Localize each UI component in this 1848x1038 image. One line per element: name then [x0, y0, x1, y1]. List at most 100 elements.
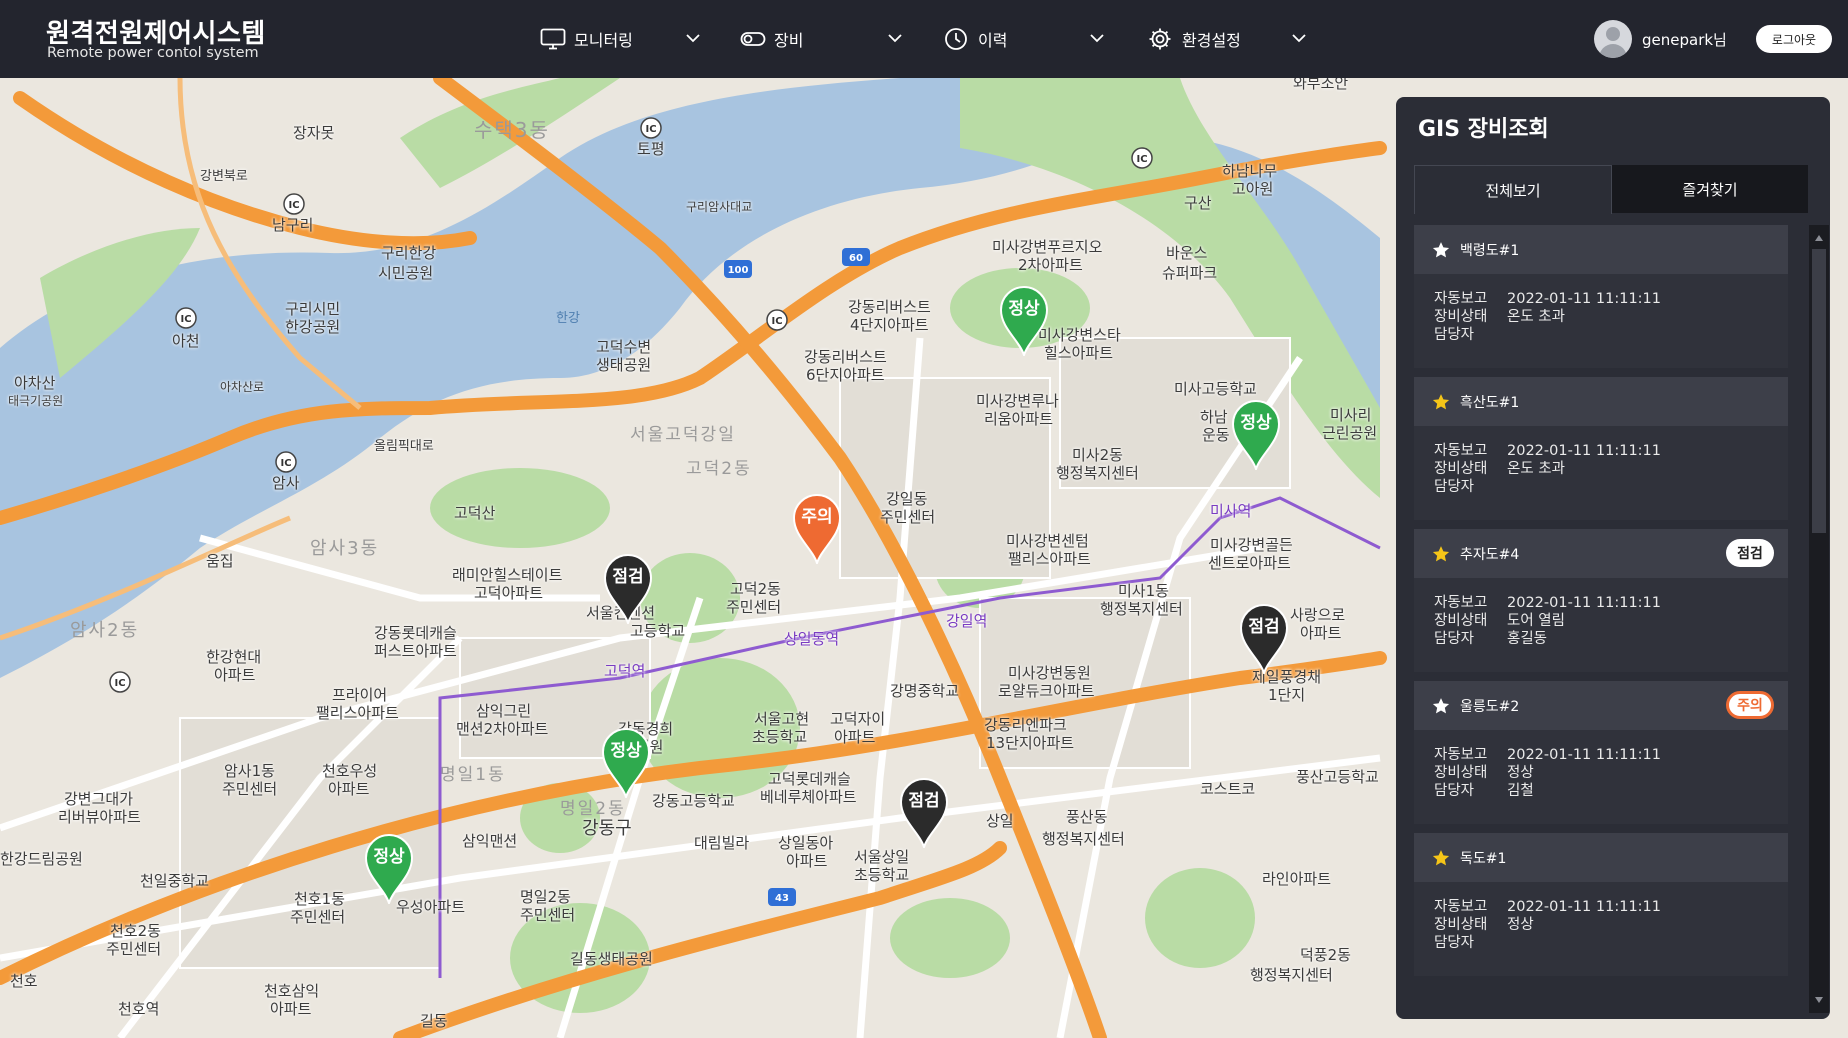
- tab-favorites[interactable]: 즐겨찾기: [1612, 165, 1808, 213]
- svg-text:IC: IC: [280, 458, 291, 469]
- map-label: 고덕2동: [730, 580, 781, 598]
- status-marker-normal[interactable]: 정상: [1231, 398, 1281, 470]
- map-label: 구산: [1184, 194, 1212, 212]
- clock-icon: [945, 28, 967, 50]
- scroll-up-arrow-icon[interactable]: [1815, 235, 1823, 241]
- map-label: 사랑으로: [1290, 606, 1346, 624]
- report-time: 2022-01-11 11:11:11: [1507, 291, 1661, 307]
- map-label: 고덕아파트: [474, 584, 544, 602]
- chevron-down-icon[interactable]: [1088, 29, 1106, 47]
- equipment-name: 추자도#4: [1460, 546, 1520, 563]
- map-label: 강변북로: [200, 169, 248, 184]
- star-icon[interactable]: [1432, 545, 1450, 563]
- field-label: 담당자: [1434, 631, 1475, 647]
- equipment-details: 자동보고 2022-01-11 11:11:11 장비상태 도어 열림 담당자 홍길동: [1434, 594, 1661, 648]
- map-label: 풍산고등학교: [1296, 768, 1379, 786]
- equipment-status: 온도 초과: [1507, 309, 1565, 325]
- svg-text:IC: IC: [1136, 154, 1147, 165]
- nav-settings-label: 환경설정: [1182, 31, 1241, 50]
- map-label: 고등학교: [630, 622, 686, 640]
- map-label: 암사: [272, 474, 300, 492]
- equipment-card[interactable]: 울릉도#2 주의 자동보고 2022-01-11 11:11:11 장비상태 정상 …: [1414, 681, 1788, 824]
- nav-history[interactable]: 이력: [944, 22, 1007, 56]
- logout-button[interactable]: 로그아웃: [1756, 25, 1832, 53]
- map-label: 길동: [420, 1012, 448, 1030]
- svg-text:IC: IC: [771, 316, 782, 327]
- tab-view-all[interactable]: 전체보기: [1414, 165, 1612, 214]
- status-marker-inspect[interactable]: 점검: [603, 552, 653, 624]
- avatar: [1594, 20, 1632, 58]
- map-label: 13단지아파트: [986, 734, 1075, 752]
- map-label: 시민공원: [378, 264, 434, 282]
- scroll-thumb[interactable]: [1812, 249, 1826, 533]
- status-marker-normal[interactable]: 정상: [601, 726, 651, 798]
- field-label: 자동보고: [1434, 443, 1488, 459]
- equipment-details: 자동보고 2022-01-11 11:11:11 장비상태 온도 초과 담당자: [1434, 442, 1661, 496]
- chevron-down-icon[interactable]: [1290, 29, 1308, 47]
- map-label: 2차아파트: [1018, 256, 1083, 274]
- map-label: 팰리스아파트: [1008, 550, 1091, 568]
- nav-equipment[interactable]: 장비: [740, 22, 803, 56]
- status-marker-inspect[interactable]: 점검: [1239, 602, 1289, 674]
- field-label: 담당자: [1434, 479, 1475, 495]
- user-menu[interactable]: genepark님: [1594, 20, 1727, 58]
- map-label: 삼익그린: [476, 702, 532, 720]
- map-label: 미사2동: [1072, 446, 1123, 464]
- map-label: 행정복지센터: [1100, 600, 1183, 618]
- equipment-card-header: 흑산도#1: [1414, 377, 1788, 426]
- map-label: 고덕산: [454, 504, 496, 522]
- map-label: 서울고덕강일: [630, 425, 736, 445]
- nav-monitoring[interactable]: 모니터링: [540, 22, 633, 56]
- map-label: 고덕자이: [830, 710, 886, 728]
- scroll-down-arrow-icon[interactable]: [1815, 997, 1823, 1003]
- status-marker-normal[interactable]: 정상: [364, 832, 414, 904]
- equipment-card[interactable]: 백령도#1 자동보고 2022-01-11 11:11:11 장비상태 온도 초과 …: [1414, 225, 1788, 368]
- svg-text:IC: IC: [180, 314, 191, 325]
- equipment-card[interactable]: 흑산도#1 자동보고 2022-01-11 11:11:11 장비상태 온도 초과 …: [1414, 377, 1788, 520]
- map-label: 암사3동: [310, 538, 380, 559]
- map-label: 서울상일: [854, 848, 910, 866]
- map-label: 행정복지센터: [1056, 464, 1139, 482]
- star-icon[interactable]: [1432, 697, 1450, 715]
- report-time: 2022-01-11 11:11:11: [1507, 443, 1661, 459]
- map-label: 길동생태공원: [570, 950, 653, 968]
- map-label: 근린공원: [1322, 424, 1378, 442]
- map-label: 고덕역: [604, 662, 646, 680]
- nav-settings[interactable]: 환경설정: [1148, 22, 1241, 56]
- equipment-card[interactable]: 독도#1 자동보고 2022-01-11 11:11:11 장비상태 정상 담당자: [1414, 833, 1788, 976]
- map-label: 한강공원: [285, 318, 341, 336]
- star-icon[interactable]: [1432, 241, 1450, 259]
- field-label: 담당자: [1434, 935, 1475, 951]
- marker-label: 점검: [908, 791, 940, 811]
- chevron-down-icon[interactable]: [886, 29, 904, 47]
- svg-text:60: 60: [849, 253, 863, 264]
- star-icon[interactable]: [1432, 393, 1450, 411]
- status-marker-inspect[interactable]: 점검: [899, 776, 949, 848]
- equipment-name: 독도#1: [1460, 850, 1507, 867]
- map-label: 미사강변동원: [1008, 664, 1091, 682]
- equipment-card[interactable]: 추자도#4 점검 자동보고 2022-01-11 11:11:11 장비상태 도어 …: [1414, 529, 1788, 672]
- status-marker-warning[interactable]: 주의: [792, 492, 842, 564]
- field-label: 담당자: [1434, 783, 1475, 799]
- map-label: 바운스: [1166, 244, 1208, 262]
- map-label: 프라이어: [332, 686, 388, 704]
- nav-monitoring-label: 모니터링: [574, 31, 633, 50]
- map-label: 아파트: [328, 780, 370, 798]
- map-label: 아파트: [834, 728, 876, 746]
- status-marker-normal[interactable]: 정상: [999, 284, 1049, 356]
- map-label: 아차산로: [220, 380, 265, 394]
- status-badge-warning: 주의: [1726, 691, 1774, 719]
- map-label: 명일2동: [560, 799, 626, 819]
- chevron-down-icon[interactable]: [684, 29, 702, 47]
- report-time: 2022-01-11 11:11:11: [1507, 747, 1661, 763]
- gear-icon: [1149, 28, 1171, 50]
- toggle-icon: [740, 32, 766, 46]
- map-label: 주민센터: [726, 598, 782, 616]
- star-icon[interactable]: [1432, 849, 1450, 867]
- map-label: 라인아파트: [1262, 870, 1332, 888]
- map-label: 운동: [1202, 426, 1230, 444]
- map-label: 남구리: [272, 216, 314, 234]
- list-scrollbar[interactable]: [1809, 225, 1829, 1013]
- map-label: 덕풍2동: [1300, 946, 1351, 964]
- map-label: 미사1동: [1118, 582, 1169, 600]
